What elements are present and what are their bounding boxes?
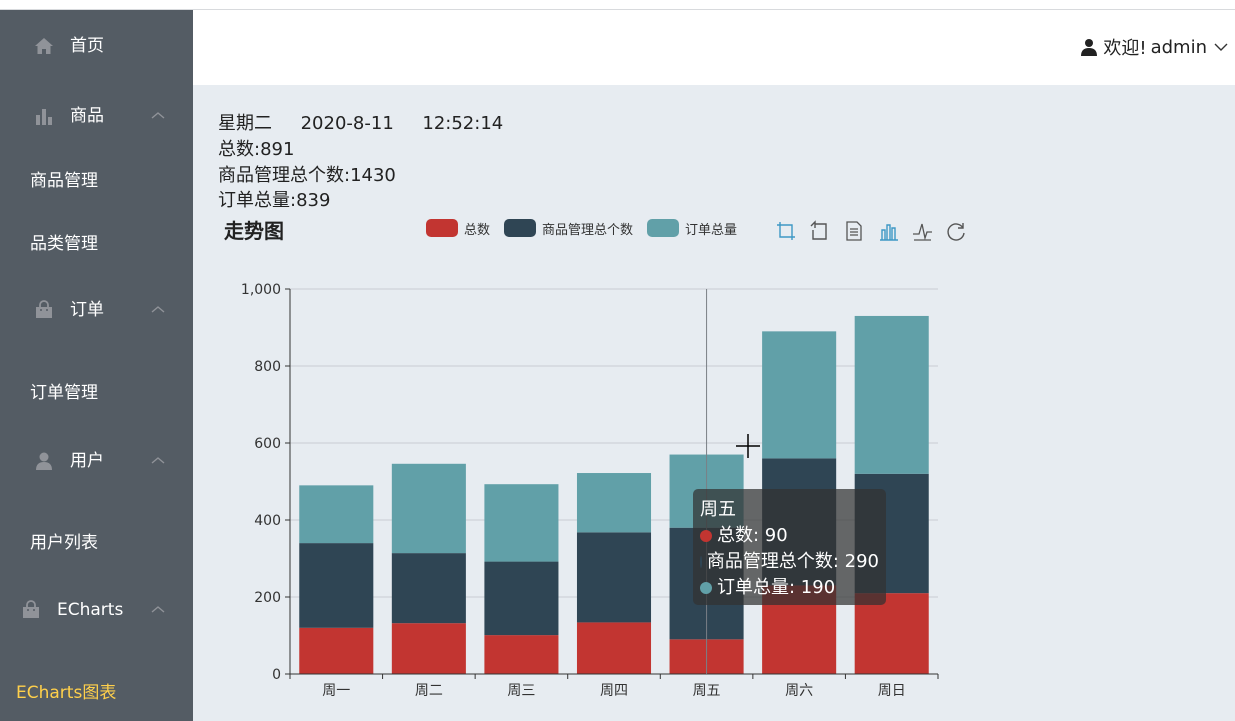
chevron-up-icon: [151, 606, 165, 613]
tooltip-row: 订单总量: 190: [700, 575, 879, 601]
chart-title: 走势图: [224, 219, 284, 243]
x-tick-label: 周三: [507, 683, 535, 699]
line-type-icon[interactable]: [911, 220, 933, 242]
legend-swatch: [504, 219, 537, 237]
y-tick-label: 800: [254, 359, 281, 375]
header: 欢迎! admin: [193, 10, 1235, 85]
y-tick-label: 1,000: [241, 282, 281, 298]
bar: [391, 623, 466, 674]
sidebar-item-label: ECharts: [57, 600, 124, 620]
sidebar-item-label: 商品管理: [30, 171, 98, 191]
legend-label: 订单总量: [685, 222, 738, 238]
chevron-up-icon: [151, 306, 165, 313]
x-tick-label: 周五: [693, 683, 721, 699]
restore-icon[interactable]: [945, 220, 967, 242]
sidebar-item-order-management[interactable]: 订单管理: [0, 368, 193, 418]
bag-icon: [23, 600, 39, 618]
bar: [762, 331, 837, 459]
sidebar-item-user-list[interactable]: 用户列表: [0, 518, 193, 568]
legend-swatch: [647, 219, 680, 237]
sidebar-item-label: 订单管理: [30, 383, 98, 403]
bar: [854, 315, 929, 474]
data-view-icon[interactable]: [843, 220, 865, 242]
sidebar-item-label: 首页: [70, 36, 104, 56]
x-tick-label: 周一: [322, 683, 350, 699]
bar-chart-icon: [36, 109, 52, 125]
home-icon: [35, 38, 53, 54]
sidebar-item-echarts[interactable]: ECharts: [0, 580, 193, 640]
chevron-up-icon: [151, 457, 165, 464]
bar: [484, 635, 559, 674]
x-tick-label: 周六: [785, 683, 813, 699]
sidebar-item-goods-management[interactable]: 商品管理: [0, 156, 193, 206]
user-icon: [36, 452, 52, 470]
tooltip-text: 总数: 90: [717, 525, 788, 546]
chevron-up-icon: [151, 112, 165, 119]
tooltip-dot: [700, 530, 712, 542]
sidebar: 首页 商品 商品管理 品类管理 订单 订单管理 用户 用户列表 ECharts …: [0, 10, 193, 721]
y-tick-label: 200: [254, 590, 281, 606]
legend-item-total[interactable]: 总数: [426, 219, 490, 238]
y-tick-label: 600: [254, 436, 281, 452]
legend-item-goods[interactable]: 商品管理总个数: [504, 219, 633, 238]
sidebar-item-orders[interactable]: 订单: [0, 280, 193, 340]
username: admin: [1150, 36, 1207, 58]
x-tick-label: 周四: [600, 683, 628, 699]
sidebar-item-users[interactable]: 用户: [0, 431, 193, 491]
bar: [299, 543, 374, 628]
legend-label: 商品管理总个数: [542, 222, 634, 238]
bar: [484, 561, 559, 636]
chevron-down-icon: [1214, 43, 1228, 51]
chart-plot: 02004006008001,000周一 周二 周三 周四 周五 周六 周日: [241, 282, 939, 699]
bar: [576, 532, 652, 623]
tooltip-text: 商品管理总个数: 290: [706, 551, 879, 572]
legend-swatch: [426, 219, 458, 237]
tooltip-title: 周五: [700, 499, 736, 520]
y-tick-label: 400: [254, 513, 281, 529]
bar: [484, 484, 559, 562]
chart-toolbox: [775, 220, 979, 242]
tooltip-dot: [700, 556, 702, 568]
bar: [576, 622, 652, 674]
user-icon: [1081, 39, 1098, 56]
bar: [576, 473, 652, 533]
sidebar-item-home[interactable]: 首页: [0, 16, 193, 76]
tooltip-dot: [700, 582, 712, 594]
bar-type-icon[interactable]: [877, 220, 899, 242]
tooltip-text: 订单总量: 190: [717, 577, 836, 598]
sidebar-item-label: 用户: [70, 451, 104, 471]
bar: [299, 485, 374, 544]
sidebar-item-label: 商品: [70, 106, 104, 126]
welcome-text: 欢迎!: [1103, 38, 1147, 59]
legend-label: 总数: [464, 222, 491, 238]
window-top-border: [0, 0, 1235, 10]
sidebar-item-label: 订单: [70, 300, 104, 320]
chart-tooltip: 周五 总数: 90 商品管理总个数: 290 订单总量: 190: [693, 489, 886, 605]
tooltip-row: 商品管理总个数: 290: [700, 549, 879, 575]
sidebar-item-label: 品类管理: [30, 234, 98, 254]
zoom-reset-icon[interactable]: [809, 220, 831, 242]
sidebar-item-goods[interactable]: 商品: [0, 86, 193, 146]
bar: [391, 553, 466, 624]
bar: [854, 593, 929, 674]
sidebar-item-label: 用户列表: [30, 533, 98, 553]
main-content: 星期二 2020-8-11 12:52:14 总数:891 商品管理总个数:14…: [193, 85, 1235, 721]
bar: [391, 463, 466, 554]
zoom-icon[interactable]: [775, 220, 797, 242]
sidebar-item-echarts-chart[interactable]: ECharts图表: [0, 668, 193, 718]
x-tick-label: 周日: [878, 683, 906, 699]
chart-legend: 总数 商品管理总个数 订单总量: [426, 218, 751, 238]
tooltip-row: 总数: 90: [700, 523, 879, 549]
crosshair-cursor-icon: [736, 434, 760, 458]
legend-item-orders[interactable]: 订单总量: [647, 219, 737, 238]
sidebar-item-category-management[interactable]: 品类管理: [0, 219, 193, 269]
bag-icon: [36, 300, 52, 318]
user-dropdown[interactable]: 欢迎! admin: [1081, 34, 1229, 60]
bar: [299, 627, 374, 674]
y-tick-label: 0: [272, 667, 281, 683]
sidebar-item-label: ECharts图表: [16, 683, 117, 703]
x-tick-label: 周二: [415, 683, 443, 699]
